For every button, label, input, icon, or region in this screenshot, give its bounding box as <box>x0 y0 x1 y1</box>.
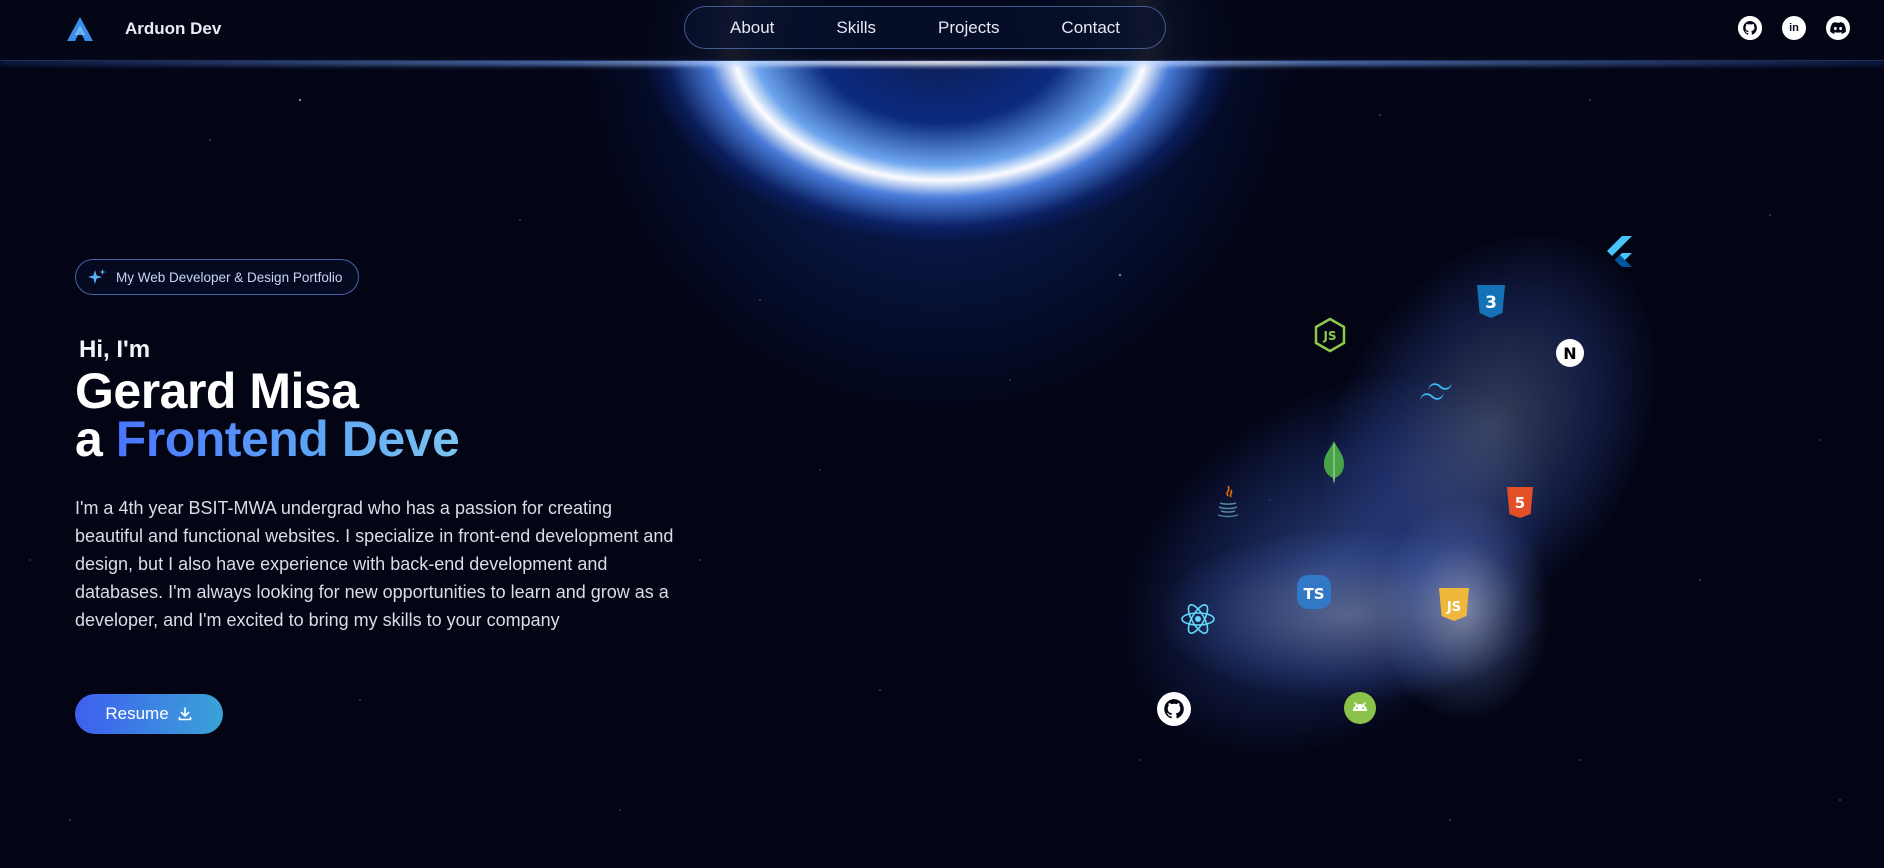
github-icon[interactable] <box>1738 16 1762 40</box>
typescript-icon: TS <box>1297 575 1331 609</box>
android-icon <box>1344 692 1376 724</box>
nav-contact[interactable]: Contact <box>1061 18 1120 38</box>
resume-button[interactable]: Resume <box>75 694 223 734</box>
react-icon <box>1180 602 1216 636</box>
flutter-icon <box>1602 236 1634 272</box>
tailwind-icon <box>1418 382 1454 406</box>
nav-about[interactable]: About <box>730 18 774 38</box>
portfolio-badge: My Web Developer & Design Portfolio <box>75 259 360 295</box>
javascript-icon: JS <box>1437 587 1471 623</box>
html5-icon: 5 <box>1505 486 1535 520</box>
main-nav: About Skills Projects Contact <box>684 6 1166 49</box>
role-highlight: Frontend Deve <box>115 411 460 467</box>
svg-text:TS: TS <box>1303 585 1324 603</box>
hero-description: I'm a 4th year BSIT-MWA undergrad who ha… <box>75 498 674 630</box>
greeting: Hi, I'm <box>79 336 151 363</box>
hero-role: a Frontend Deve <box>75 410 460 468</box>
brand-name[interactable]: Arduon Dev <box>125 19 221 39</box>
galaxy-illustration <box>1047 173 1725 835</box>
linkedin-icon[interactable]: in <box>1782 16 1806 40</box>
nextjs-icon: N <box>1555 338 1585 368</box>
black-hole-glow <box>540 0 1340 460</box>
site-header: Arduon Dev About Skills Projects Contact… <box>0 0 1884 61</box>
role-prefix: a <box>75 411 103 467</box>
css3-icon: 3 <box>1474 284 1508 320</box>
java-icon <box>1215 484 1241 518</box>
badge-text: My Web Developer & Design Portfolio <box>116 269 343 285</box>
svg-text:JS: JS <box>1322 329 1336 343</box>
resume-label: Resume <box>105 704 169 723</box>
nodejs-icon: JS <box>1313 317 1347 353</box>
sparkle-icon <box>88 269 106 284</box>
svg-text:3: 3 <box>1485 293 1497 313</box>
logo-icon[interactable] <box>66 16 94 42</box>
github-icon <box>1157 692 1191 726</box>
discord-icon[interactable] <box>1826 16 1850 40</box>
svg-text:JS: JS <box>1446 600 1461 615</box>
download-icon <box>178 707 191 721</box>
svg-text:N: N <box>1563 344 1576 363</box>
nav-skills[interactable]: Skills <box>836 18 876 38</box>
social-links: in <box>1738 16 1850 40</box>
svg-text:5: 5 <box>1515 494 1525 512</box>
mongodb-icon <box>1322 440 1346 486</box>
nav-projects[interactable]: Projects <box>938 18 999 38</box>
